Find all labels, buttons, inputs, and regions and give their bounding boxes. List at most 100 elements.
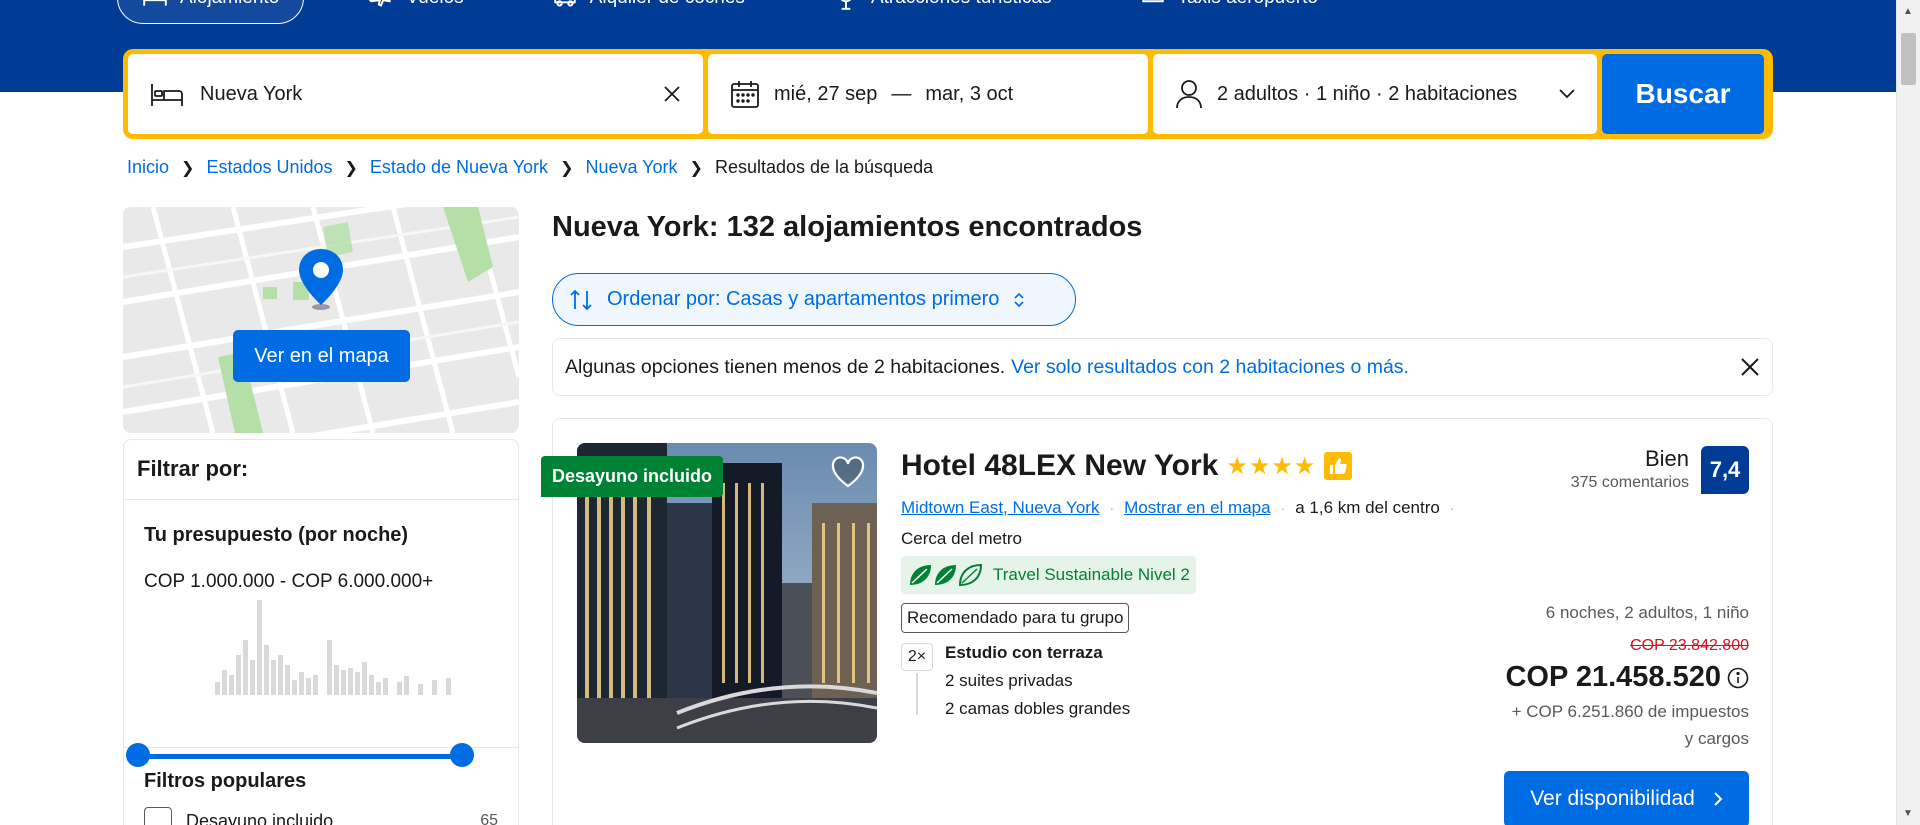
close-icon[interactable] [1740,357,1760,377]
search-button[interactable]: Buscar [1602,54,1764,134]
guests-value: 2 adultos · 1 niño · 2 habitaciones [1217,82,1518,105]
map-preview[interactable]: Ver en el mapa [123,207,519,433]
area-link[interactable]: Midtown East, Nueva York [901,498,1099,518]
price-block: 6 noches, 2 adultos, 1 niño COP 23.842.8… [1505,603,1749,752]
metro-text: Cerca del metro [901,529,1022,548]
nav-bar: Alojamiento Vuelos Alquiler de coches At… [117,0,1342,24]
chevron-right-icon: ❯ [560,159,574,177]
review-score[interactable]: Bien 375 comentarios 7,4 [1571,446,1749,494]
price-histogram [215,600,451,695]
breadcrumb-current: Resultados de la búsqueda [714,157,934,177]
heart-icon[interactable] [830,455,866,489]
sustainable-badge[interactable]: Travel Sustainable Nivel 2 [901,556,1196,594]
chevron-right-icon: ❯ [344,159,358,177]
calendar-icon [731,81,759,108]
nav-item-coches[interactable]: Alquiler de coches [528,0,769,24]
search-bar: Nueva York mié, 27 sep — mar, 3 oct 2 ad… [123,49,1773,139]
scrollbar-thumb[interactable] [1901,33,1916,85]
taxi-icon [1141,0,1164,3]
sort-label: Ordenar por: Casas y apartamentos primer… [607,288,1000,310]
old-price: COP 23.842.800 [1630,637,1749,654]
breadcrumb-link[interactable]: Nueva York [585,157,677,178]
property-location: Midtown East, Nueva York · Mostrar en el… [901,498,1455,518]
filter-option-label: Desayuno incluido [186,810,334,825]
room-name: Estudio con terraza [945,643,1103,662]
results-title: Nueva York: 132 alojamientos encontrados [552,211,1143,243]
budget-range: COP 1.000.000 - COP 6.000.000+ [144,571,434,592]
date-separator: — [891,82,912,105]
nav-item-vuelos[interactable]: Vuelos [344,0,487,24]
show-on-map-link[interactable]: Mostrar en el mapa [1124,498,1270,518]
property-title-row: Hotel 48LEX New York ★★★★ [901,449,1353,483]
breadcrumb-link[interactable]: Estado de Nueva York [370,157,548,178]
budget-title: Tu presupuesto (por noche) [144,524,409,546]
nav-label: Alojamiento [180,0,279,9]
leaf-icons [910,563,983,587]
checkout-value: mar, 3 oct [925,82,1014,105]
thumbs-up-icon [1324,452,1353,480]
info-icon[interactable] [1727,667,1749,689]
filters-title: Filtrar por: [124,440,518,500]
breakfast-badge: Desayuno incluido [541,456,724,497]
scroll-up-arrow-icon[interactable]: ▲ [1903,6,1913,17]
chevron-down-icon [1559,89,1575,99]
guests-field[interactable]: 2 adultos · 1 niño · 2 habitaciones [1153,54,1597,134]
room-detail: 2 suites privadas [945,671,1073,690]
breadcrumb-link[interactable]: Inicio [127,157,169,178]
budget-slider-max-handle[interactable] [450,743,474,767]
view-map-button[interactable]: Ver en el mapa [233,330,410,382]
filter-option-desayuno[interactable]: Desayuno incluido 65 [144,807,498,825]
notice-link[interactable]: Ver solo resultados con 2 habitaciones o… [1011,356,1409,379]
sustainable-text: Travel Sustainable Nivel 2 [993,565,1190,584]
room-detail: 2 camas dobles grandes [945,699,1131,718]
sort-arrows-icon [570,289,592,310]
rating-word: Bien [1644,446,1689,471]
plane-icon [368,0,391,7]
notice-text: Algunas opciones tienen menos de 2 habit… [565,355,1006,378]
separator-dot: · [1449,500,1455,516]
budget-slider-track[interactable] [138,754,460,759]
person-icon [1176,80,1202,109]
car-icon [553,0,576,7]
map-pin-icon [299,249,343,310]
separator-dot: · [1109,500,1115,516]
sort-dropdown[interactable]: Ordenar por: Casas y apartamentos primer… [552,273,1076,326]
chevron-updown-icon [1014,292,1024,307]
nav-item-alojamiento[interactable]: Alojamiento [117,0,305,24]
star-rating: ★★★★ [1226,452,1317,480]
stay-summary: 6 noches, 2 adultos, 1 niño [1545,603,1749,622]
review-count: 375 comentarios [1570,474,1689,491]
taxes-text: + COP 6.251.860 de impuestos [1511,702,1749,721]
nav-label: Alquiler de coches [590,0,745,9]
nav-label: Taxis aeropuerto [1178,0,1318,9]
property-name[interactable]: Hotel 48LEX New York [901,449,1218,483]
breadcrumb-link[interactable]: Estados Unidos [206,157,332,178]
availability-label: Ver disponibilidad [1530,787,1695,810]
nav-item-atracciones[interactable]: Atracciones turísticas [809,0,1076,24]
scroll-down-arrow-icon[interactable]: ▼ [1903,808,1913,819]
recommended-badge: Recomendado para tu grupo [901,603,1130,633]
property-card: Desayuno incluido Hotel 48LEX New York ★… [541,418,1773,825]
score-badge: 7,4 [1701,446,1749,494]
date-field[interactable]: mié, 27 sep — mar, 3 oct [708,54,1148,134]
checkin-value: mié, 27 sep [774,82,878,105]
budget-slider-min-handle[interactable] [126,743,150,767]
availability-button[interactable]: Ver disponibilidad [1504,771,1749,825]
nav-item-taxis[interactable]: Taxis aeropuerto [1116,0,1342,24]
bed-icon [143,0,167,6]
scrollbar[interactable]: ▲ ▼ [1896,0,1920,825]
chevron-right-icon: ❯ [181,159,195,177]
budget-filter: Tu presupuesto (por noche) COP 1.000.000… [124,500,518,767]
map-background [123,207,519,433]
room-quantity: 2× [901,643,933,671]
chevron-right-icon: ❯ [689,159,703,177]
popular-filters-title: Filtros populares [144,770,307,792]
filter-option-count: 65 [480,812,498,825]
current-price-row: COP 21.458.520 [1505,661,1749,694]
destination-field[interactable]: Nueva York [128,54,703,134]
clear-icon[interactable] [663,85,681,103]
distance-text: a 1,6 km del centro [1295,498,1440,517]
taxes-text: y cargos [1684,729,1749,748]
checkbox[interactable] [144,807,172,825]
rooms-notice: Algunas opciones tienen menos de 2 habit… [552,338,1773,396]
